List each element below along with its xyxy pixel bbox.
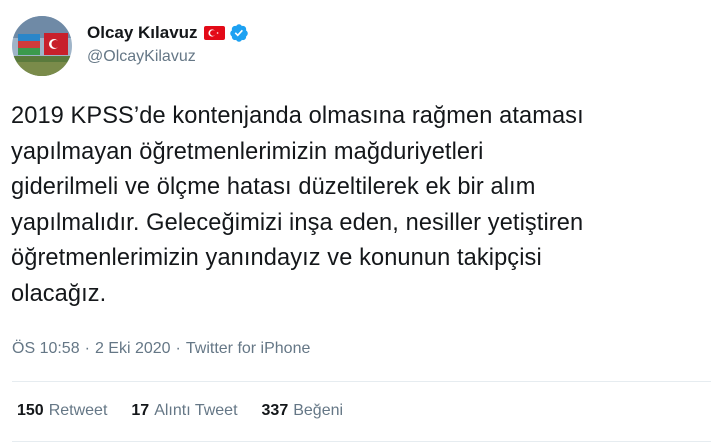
divider	[12, 381, 711, 382]
tweet-text-line: yapılmalıdır. Geleceğimizi inşa eden, ne…	[11, 209, 584, 236]
avatar-image	[12, 16, 72, 76]
tweet-text-line: öğretmenlerimizin yanındayız ve konunun …	[11, 245, 542, 271]
quote-stat[interactable]: 17 Alıntı Tweet	[131, 402, 237, 420]
tweet-text-line: giderilmeli ve ölçme hatası düzeltilerek…	[11, 174, 536, 200]
display-name[interactable]: Olcay Kılavuz	[87, 23, 198, 43]
tweet-stats: 150 Retweet 17 Alıntı Tweet 337 Beğeni	[17, 402, 367, 420]
quote-count: 17	[131, 402, 150, 419]
tweet-text-line: 2019 KPSS’de kontenjanda olmasına rağmen…	[11, 103, 584, 129]
name-row: Olcay Kılavuz	[87, 22, 249, 44]
meta-separator: ·	[84, 340, 90, 357]
tweet-text-line: olacağız.	[11, 280, 107, 307]
avatar[interactable]	[12, 16, 72, 76]
tweet-text: 2019 KPSS’de kontenjanda olmasına rağmen…	[11, 99, 701, 312]
quote-label: Alıntı Tweet	[154, 402, 238, 419]
author-names: Olcay Kılavuz @OlcayKilavuz	[87, 22, 249, 66]
like-count: 337	[261, 402, 289, 419]
like-label: Beğeni	[293, 402, 344, 419]
retweet-label: Retweet	[48, 402, 108, 419]
like-stat[interactable]: 337 Beğeni	[262, 402, 344, 420]
tweet-header: Olcay Kılavuz @OlcayKilavuz	[12, 16, 249, 76]
tweet-source[interactable]: Twitter for iPhone	[186, 340, 311, 358]
tweet-time[interactable]: ÖS 10:58	[12, 340, 80, 358]
retweet-count: 150	[17, 402, 44, 419]
tweet-date[interactable]: 2 Eki 2020	[95, 340, 171, 358]
verified-badge-icon	[229, 23, 249, 43]
meta-separator: ·	[175, 340, 181, 357]
retweet-stat[interactable]: 150 Retweet	[17, 402, 107, 420]
handle[interactable]: @OlcayKilavuz	[87, 48, 249, 66]
turkey-flag-icon	[203, 26, 225, 40]
tweet-meta: ÖS 10:58 · 2 Eki 2020 · Twitter for iPho…	[12, 340, 310, 358]
divider	[12, 441, 711, 442]
tweet-text-line: yapılmayan öğretmenlerimizin mağduriyetl…	[11, 138, 484, 165]
